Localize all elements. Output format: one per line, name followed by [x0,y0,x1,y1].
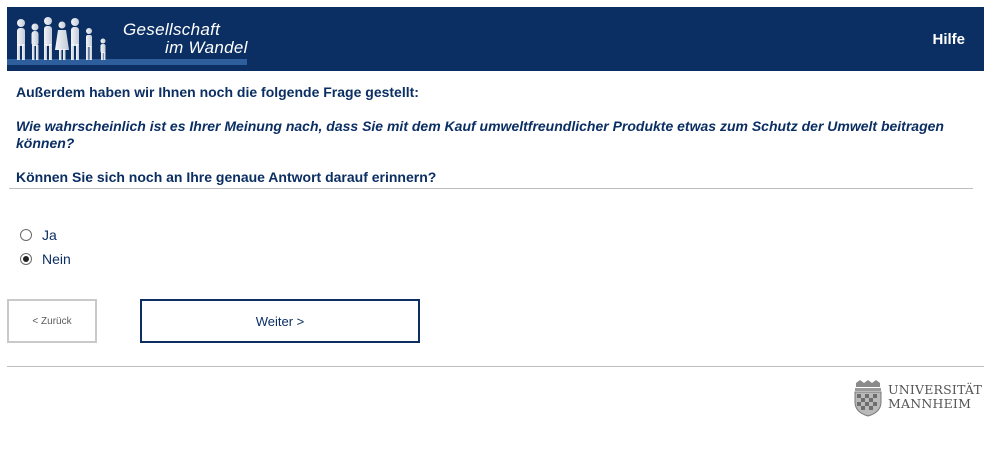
university-logo-text: UNIVERSITÄT MANNHEIM [888,383,982,411]
header-bar: Gesellschaft im Wandel Hilfe [7,7,984,71]
university-crest-icon [854,380,882,417]
university-logo-line1: UNIVERSITÄT [888,382,983,397]
radio-button-ja[interactable] [20,229,32,241]
prompt-text: Können Sie sich noch an Ihre genaue Antw… [16,169,437,185]
option-ja[interactable]: Ja [20,226,57,244]
radio-button-nein[interactable] [20,253,32,265]
university-logo-line2: MANNHEIM [888,396,972,411]
divider [9,188,973,189]
question-text: Wie wahrscheinlich ist es Ihrer Meinung … [16,118,944,151]
intro-text: Außerdem haben wir Ihnen noch die folgen… [16,84,419,100]
option-label-nein: Nein [42,251,71,267]
footer-divider [7,366,984,367]
help-link[interactable]: Hilfe [932,31,965,48]
option-nein[interactable]: Nein [20,250,71,268]
brand-title-line2: im Wandel [165,38,248,57]
option-label-ja: Ja [42,227,57,243]
back-button[interactable]: < Zurück [7,299,97,343]
next-button[interactable]: Weiter > [140,299,420,343]
brand-title-line1: Gesellschaft [123,20,221,39]
